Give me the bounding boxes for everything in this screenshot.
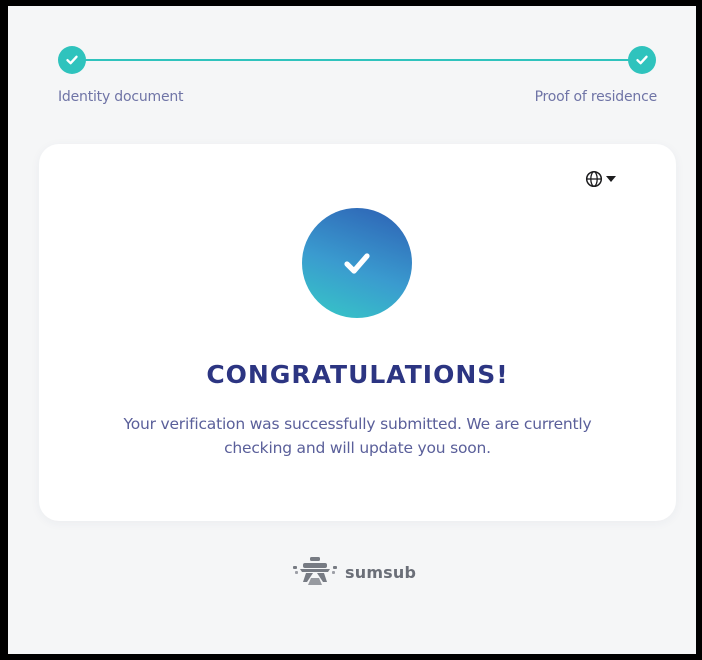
checkmark-icon <box>344 253 370 274</box>
success-check-icon <box>302 208 412 318</box>
globe-icon <box>585 170 603 188</box>
step-1-label: Identity document <box>58 89 184 105</box>
brand-name: sumsub <box>345 562 417 582</box>
stepper-progress-line <box>80 59 642 61</box>
sumsub-brand: sumsub <box>291 555 416 589</box>
success-message: Your verification was successfully submi… <box>123 415 592 457</box>
success-card: CONGRATULATIONS! Your verification was s… <box>39 144 676 521</box>
checkmark-icon <box>66 55 78 65</box>
step-2-complete-icon <box>628 46 656 74</box>
step-2-label: Proof of residence <box>534 89 658 105</box>
verification-frame: Identity document Proof of residence CON… <box>8 6 696 654</box>
step-1-complete-icon <box>58 46 86 74</box>
language-selector-button[interactable] <box>585 168 625 190</box>
chevron-down-icon <box>606 176 616 182</box>
checkmark-icon <box>636 55 648 65</box>
success-heading: CONGRATULATIONS! <box>206 360 509 389</box>
sumsub-logo-icon <box>293 557 337 585</box>
